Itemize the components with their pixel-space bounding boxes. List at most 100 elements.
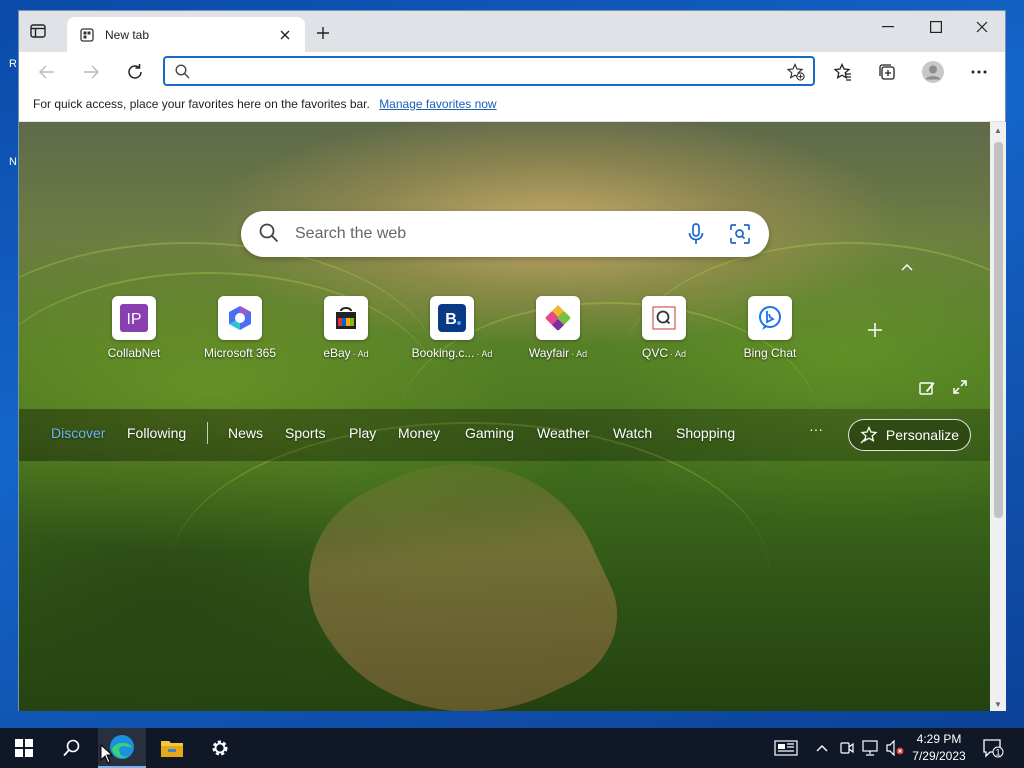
collabnet-icon: IP (120, 304, 148, 332)
qvc-icon (652, 306, 676, 330)
ad-badge: · Ad (352, 349, 369, 359)
tab-sports[interactable]: Sports (285, 425, 325, 441)
ad-badge: · Ad (670, 349, 687, 359)
profile-avatar[interactable] (919, 60, 947, 84)
search-icon (175, 64, 190, 84)
tab-shopping[interactable]: Shopping (676, 425, 735, 441)
address-bar[interactable] (163, 56, 815, 86)
new-tab-button[interactable] (313, 23, 333, 43)
search-icon (63, 739, 80, 757)
tab-actions-icon[interactable] (29, 23, 47, 39)
more-menu-icon[interactable] (965, 60, 993, 84)
forward-button[interactable] (77, 60, 105, 84)
edit-background-icon[interactable] (919, 380, 935, 401)
quick-link-label: QVC (641, 346, 668, 360)
news-widget-icon[interactable] (774, 728, 798, 768)
tab-money[interactable]: Money (398, 425, 440, 441)
quick-link-label: Bing Chat (743, 346, 797, 360)
vertical-scrollbar[interactable]: ▲ ▼ (990, 122, 1006, 711)
ebay-icon (336, 307, 356, 329)
personalize-icon (860, 426, 878, 444)
quick-link-qvc[interactable]: QVC · Ad (609, 296, 719, 366)
feed-navigation: Discover Following News Sports Play Mone… (19, 409, 990, 461)
scroll-up-icon[interactable]: ▲ (994, 126, 1002, 135)
start-button[interactable] (0, 728, 48, 768)
personalize-label: Personalize (885, 427, 960, 443)
expand-icon[interactable] (953, 380, 967, 399)
browser-toolbar (19, 52, 1005, 92)
volume-muted-icon[interactable] (886, 728, 904, 768)
quick-link-wayfair[interactable]: Wayfair · Ad (503, 296, 613, 366)
tab-following[interactable]: Following (127, 425, 186, 441)
favorites-bar-message: For quick access, place your favorites h… (33, 97, 370, 111)
tab-watch[interactable]: Watch (613, 425, 652, 441)
quick-link-label: Wayfair (528, 346, 570, 360)
favorites-icon[interactable] (829, 60, 857, 84)
tab-gaming[interactable]: Gaming (465, 425, 514, 441)
new-tab-page: IP CollabNet Microsoft 365 eBay· Ad B (19, 122, 990, 711)
quick-link-booking[interactable]: B Booking.c... · Ad (397, 296, 507, 366)
tab-new-tab[interactable]: New tab (67, 17, 305, 52)
quick-link-ebay[interactable]: eBay · Ad (291, 296, 401, 366)
mouse-cursor (100, 744, 114, 764)
tab-news[interactable]: News (228, 425, 263, 441)
notification-center-icon[interactable]: 1 (982, 738, 1004, 758)
file-explorer-icon (161, 741, 183, 757)
wayfair-icon (545, 305, 571, 331)
manage-favorites-link[interactable]: Manage favorites now (379, 97, 496, 111)
more-categories-icon[interactable]: ··· (809, 421, 823, 437)
system-clock[interactable]: 4:29 PM 7/29/2023 (906, 731, 972, 765)
scroll-thumb[interactable] (994, 142, 1003, 518)
ad-badge: · Ad (571, 349, 588, 359)
personalize-button[interactable]: Personalize (848, 419, 971, 451)
close-window-button[interactable] (959, 11, 1005, 42)
add-favorite-icon[interactable] (786, 63, 805, 86)
web-search-input[interactable] (295, 223, 675, 245)
refresh-button[interactable] (121, 60, 149, 84)
gear-icon (212, 740, 228, 756)
notification-count: 1 (995, 748, 1000, 758)
address-input[interactable] (199, 62, 759, 82)
booking-icon: B (438, 304, 466, 332)
windows-icon (15, 739, 33, 757)
search-icon (259, 223, 279, 248)
microphone-icon[interactable] (687, 223, 705, 250)
quick-link-bing-chat[interactable]: Bing Chat (715, 296, 825, 366)
desktop-icon-label: R (9, 58, 17, 70)
visual-search-icon[interactable] (729, 223, 751, 250)
scroll-down-icon[interactable]: ▼ (994, 700, 1002, 709)
quick-link-collabnet[interactable]: IP CollabNet (79, 296, 189, 366)
taskbar: 4:29 PM 7/29/2023 1 (0, 728, 1024, 768)
add-quick-link-icon[interactable] (867, 322, 883, 343)
quick-link-label: Microsoft 365 (203, 346, 277, 360)
tab-title: New tab (105, 27, 150, 42)
network-icon[interactable] (862, 728, 880, 768)
web-search-box[interactable] (241, 211, 769, 257)
chevron-up-icon[interactable] (816, 728, 828, 768)
svg-text:IP: IP (126, 311, 141, 328)
desktop-icon-label: N (9, 156, 17, 168)
tab-play[interactable]: Play (349, 425, 376, 441)
search-button[interactable] (48, 728, 96, 768)
bing-chat-icon (759, 306, 781, 330)
taskbar-file-explorer[interactable] (148, 728, 196, 768)
maximize-button[interactable] (913, 11, 959, 42)
quick-links: IP CollabNet Microsoft 365 eBay · Ad B B… (99, 296, 819, 366)
chevron-up-icon[interactable] (901, 258, 913, 276)
quick-link-label: CollabNet (107, 346, 161, 360)
title-bar: New tab (19, 11, 1005, 52)
nav-divider (207, 422, 208, 444)
tab-weather[interactable]: Weather (537, 425, 590, 441)
minimize-button[interactable] (865, 11, 911, 42)
quick-link-microsoft-365[interactable]: Microsoft 365 (185, 296, 295, 366)
close-tab-icon[interactable] (277, 27, 293, 43)
taskbar-settings[interactable] (196, 728, 244, 768)
tab-discover[interactable]: Discover (51, 425, 105, 441)
meet-now-icon[interactable] (840, 728, 854, 768)
collections-icon[interactable] (873, 60, 901, 84)
new-tab-favicon-icon (79, 27, 95, 43)
clock-time: 4:29 PM (916, 732, 962, 746)
back-button[interactable] (33, 60, 61, 84)
ad-badge: · Ad (476, 349, 493, 359)
quick-link-label: eBay (323, 346, 351, 360)
